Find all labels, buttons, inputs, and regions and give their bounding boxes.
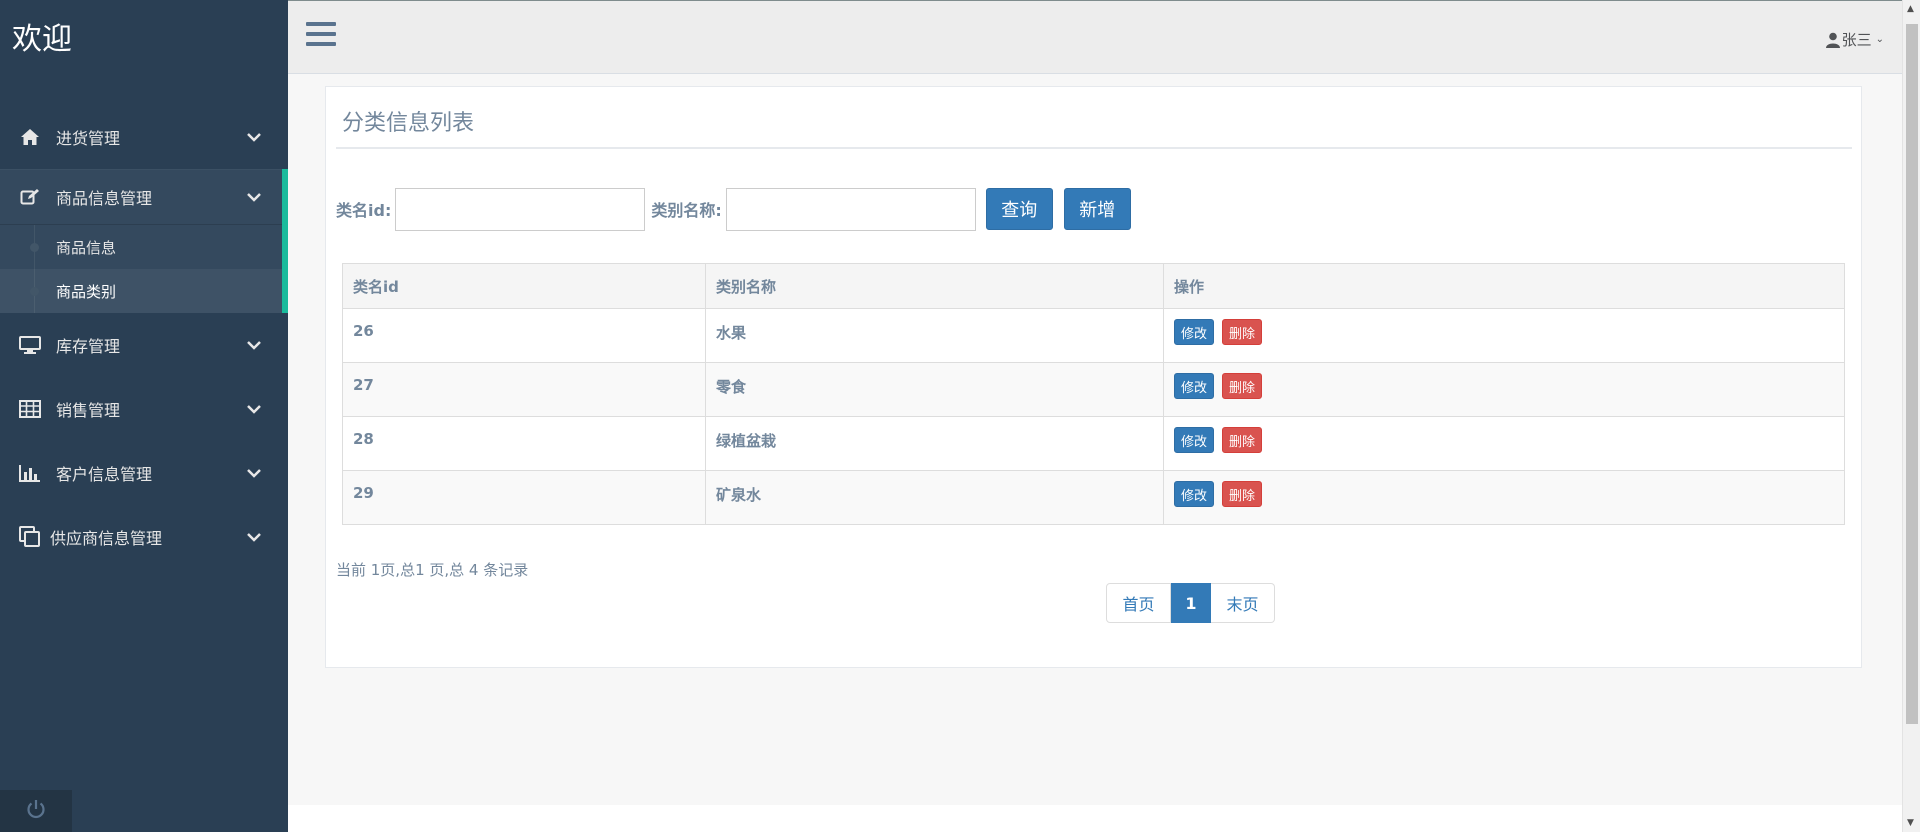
category-table: 类名id 类别名称 操作 26 水果 修改 删除 27 零食 修改 删除 28 … bbox=[342, 263, 1845, 525]
cell-id: 27 bbox=[342, 362, 706, 417]
title-divider bbox=[336, 147, 1852, 149]
cell-actions: 修改 删除 bbox=[1163, 362, 1845, 417]
sidebar-item-label: 供应商信息管理 bbox=[50, 529, 163, 548]
bar-chart-icon bbox=[18, 461, 42, 485]
cell-id: 28 bbox=[342, 416, 706, 471]
delete-button[interactable]: 删除 bbox=[1222, 319, 1263, 345]
first-page-link[interactable]: 首页 bbox=[1106, 583, 1171, 623]
column-header-name: 类别名称 bbox=[705, 263, 1164, 309]
pagination: 首页 1 末页 bbox=[1106, 583, 1275, 623]
add-button[interactable]: 新增 bbox=[1063, 188, 1131, 230]
sidebar-item-label: 进货管理 bbox=[56, 129, 121, 148]
delete-button[interactable]: 删除 bbox=[1222, 481, 1263, 507]
caret-down-icon: ⌄ bbox=[1875, 34, 1884, 45]
category-name-input[interactable] bbox=[725, 187, 976, 231]
sidebar-item-label: 库存管理 bbox=[56, 337, 121, 356]
delete-button[interactable]: 删除 bbox=[1222, 427, 1263, 453]
table-row: 26 水果 修改 删除 bbox=[342, 308, 1845, 363]
logout-button[interactable] bbox=[0, 790, 72, 832]
power-icon bbox=[25, 798, 47, 824]
table-row: 29 矿泉水 修改 删除 bbox=[342, 470, 1845, 525]
sidebar-item-purchase[interactable]: 进货管理 bbox=[0, 105, 288, 169]
sidebar-item-sales[interactable]: 销售管理 bbox=[0, 377, 288, 441]
pagination-info: 当前 1页,总1 页,总 4 条记录 bbox=[336, 561, 529, 579]
submenu-item-label: 商品类别 bbox=[56, 282, 117, 301]
brand-title[interactable]: 欢迎 bbox=[0, 0, 288, 72]
submenu-item-product-info[interactable]: 商品信息 bbox=[0, 225, 282, 269]
delete-button[interactable]: 删除 bbox=[1222, 373, 1263, 399]
category-id-input[interactable] bbox=[395, 187, 646, 231]
scroll-down-icon[interactable]: ▼ bbox=[1907, 818, 1914, 828]
query-button[interactable]: 查询 bbox=[985, 188, 1053, 230]
chevron-down-icon bbox=[244, 527, 264, 547]
cell-name: 零食 bbox=[705, 362, 1164, 417]
page-title: 分类信息列表 bbox=[342, 111, 475, 136]
edit-button[interactable]: 修改 bbox=[1174, 373, 1215, 399]
hamburger-bar bbox=[306, 32, 336, 36]
home-icon bbox=[18, 125, 42, 149]
scroll-up-icon[interactable]: ▲ bbox=[1907, 4, 1914, 14]
bullet-dot bbox=[30, 287, 39, 296]
chevron-down-icon bbox=[244, 335, 264, 355]
chevron-down-icon bbox=[244, 127, 264, 147]
table-row: 28 绿植盆栽 修改 删除 bbox=[342, 416, 1845, 471]
top-navbar: 张三 ⌄ bbox=[288, 0, 1902, 74]
cell-name: 矿泉水 bbox=[705, 470, 1164, 525]
sidebar-item-suppliers[interactable]: 供应商信息管理 bbox=[0, 505, 288, 569]
cell-actions: 修改 删除 bbox=[1163, 416, 1845, 471]
submenu-item-product-category[interactable]: 商品类别 bbox=[0, 269, 282, 313]
sidebar-item-customers[interactable]: 客户信息管理 bbox=[0, 441, 288, 505]
cell-name: 水果 bbox=[705, 308, 1164, 363]
sidebar-item-inventory[interactable]: 库存管理 bbox=[0, 313, 288, 377]
submenu-product: 商品信息 商品类别 bbox=[0, 225, 288, 313]
sidebar-item-product-info[interactable]: 商品信息管理 bbox=[0, 169, 288, 225]
footer-strip bbox=[288, 805, 1902, 832]
sidebar-menu: 进货管理 商品信息管理 商品信息 商品类别 库存管理 销售管理 客户信息管理 供… bbox=[0, 105, 288, 569]
cell-id: 26 bbox=[342, 308, 706, 363]
hamburger-bar bbox=[306, 22, 336, 26]
vertical-scrollbar[interactable]: ▲ ▼ bbox=[1902, 0, 1920, 832]
edit-icon bbox=[18, 185, 42, 209]
clone-icon bbox=[18, 525, 42, 549]
cell-name: 绿植盆栽 bbox=[705, 416, 1164, 471]
category-id-label: 类名id: bbox=[336, 201, 392, 220]
search-form: 类名id: 类别名称: 查询 新增 bbox=[336, 187, 1131, 231]
edit-button[interactable]: 修改 bbox=[1174, 427, 1215, 453]
last-page-link[interactable]: 末页 bbox=[1211, 583, 1275, 623]
sidebar: 欢迎 进货管理 商品信息管理 商品信息 商品类别 库存管理 销售管理 客户信息管… bbox=[0, 0, 288, 832]
user-menu[interactable]: 张三 ⌄ bbox=[1825, 29, 1884, 50]
current-page-link[interactable]: 1 bbox=[1171, 583, 1211, 623]
desktop-icon bbox=[18, 333, 42, 357]
hamburger-bar bbox=[306, 42, 336, 46]
cell-actions: 修改 删除 bbox=[1163, 470, 1845, 525]
bullet-dot bbox=[30, 243, 39, 252]
user-name: 张三 bbox=[1841, 31, 1872, 49]
column-header-actions: 操作 bbox=[1163, 263, 1845, 309]
edit-button[interactable]: 修改 bbox=[1174, 481, 1215, 507]
column-header-id: 类名id bbox=[342, 263, 706, 309]
category-panel: 分类信息列表 类名id: 类别名称: 查询 新增 类名id 类别名称 操作 26… bbox=[325, 86, 1862, 668]
category-name-label: 类别名称: bbox=[651, 201, 722, 220]
sidebar-item-label: 商品信息管理 bbox=[56, 189, 153, 208]
scrollbar-thumb[interactable] bbox=[1906, 24, 1918, 724]
submenu-item-label: 商品信息 bbox=[56, 238, 117, 257]
table-header-row: 类名id 类别名称 操作 bbox=[342, 263, 1845, 309]
edit-button[interactable]: 修改 bbox=[1174, 319, 1215, 345]
sidebar-item-label: 销售管理 bbox=[56, 401, 121, 420]
sidebar-item-label: 客户信息管理 bbox=[56, 465, 153, 484]
table-icon bbox=[18, 397, 42, 421]
menu-toggle-button[interactable] bbox=[306, 22, 336, 50]
chevron-down-icon bbox=[244, 399, 264, 419]
cell-actions: 修改 删除 bbox=[1163, 308, 1845, 363]
cell-id: 29 bbox=[342, 470, 706, 525]
table-row: 27 零食 修改 删除 bbox=[342, 362, 1845, 417]
chevron-down-icon bbox=[244, 463, 264, 483]
user-icon bbox=[1825, 32, 1840, 48]
chevron-down-icon bbox=[244, 187, 264, 207]
